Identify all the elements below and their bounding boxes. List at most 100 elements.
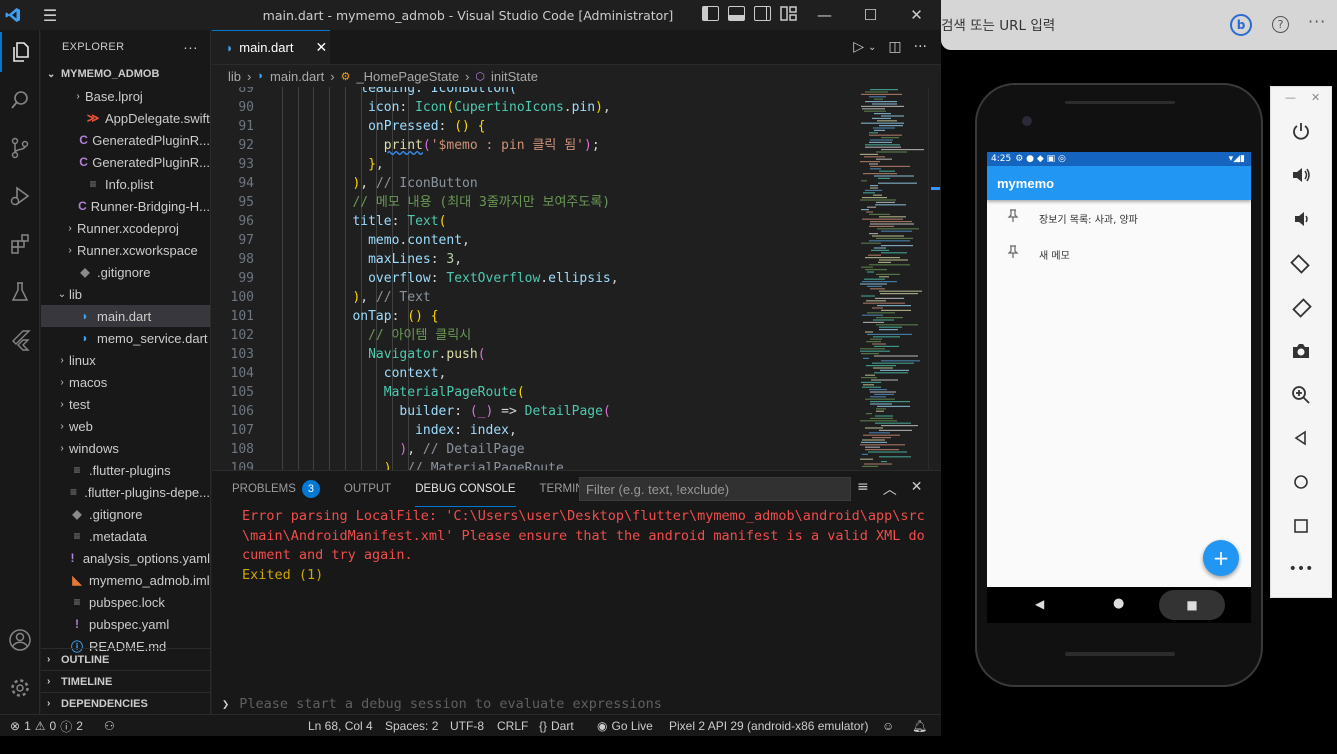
- code-line[interactable]: 99 overflow: TextOverflow.ellipsis,: [212, 269, 852, 288]
- breadcrumb-lib[interactable]: lib: [228, 69, 241, 84]
- debug-attach-icon[interactable]: ⚇: [104, 715, 115, 737]
- customize-layout-icon[interactable]: [780, 6, 797, 21]
- tree-item[interactable]: ! pubspec.yaml: [41, 613, 210, 635]
- volume-up-icon[interactable]: [1271, 165, 1331, 190]
- code-line[interactable]: 96 title: Text(: [212, 212, 852, 231]
- tree-item[interactable]: ≫ AppDelegate.swift: [41, 107, 210, 129]
- tree-item[interactable]: › Runner.xcodeproj: [41, 217, 210, 239]
- tree-item[interactable]: › macos: [41, 371, 210, 393]
- tree-item[interactable]: ≡ .flutter-plugins: [41, 459, 210, 481]
- search-icon[interactable]: [0, 80, 40, 120]
- editor-scrollbar[interactable]: [928, 87, 941, 470]
- tree-item[interactable]: › Base.lproj: [41, 85, 210, 107]
- more-icon[interactable]: •••: [1271, 561, 1331, 577]
- explorer-more-icon[interactable]: ···: [183, 39, 198, 55]
- maximize-panel-icon[interactable]: ︿: [883, 479, 897, 499]
- code-line[interactable]: 107 index: index,: [212, 421, 852, 440]
- run-debug-icon[interactable]: [0, 176, 40, 216]
- cursor-position[interactable]: Ln 68, Col 4: [308, 715, 373, 737]
- nav-home-icon[interactable]: ●: [1113, 596, 1124, 611]
- workspace-root-folder[interactable]: ⌄ MYMEMO_ADMOB: [41, 63, 210, 85]
- close-panel-icon[interactable]: ✕: [911, 479, 923, 499]
- home-icon[interactable]: [1271, 473, 1331, 496]
- help-icon[interactable]: ?: [1272, 16, 1289, 33]
- debug-eval-input[interactable]: ❯ Please start a debug session to evalua…: [212, 693, 941, 715]
- code-line[interactable]: 97 memo.content,: [212, 231, 852, 250]
- volume-down-icon[interactable]: [1271, 209, 1331, 234]
- clear-console-icon[interactable]: ≡: [857, 479, 869, 499]
- code-line[interactable]: 94 ), // IconButton: [212, 174, 852, 193]
- close-tab-icon[interactable]: ✕: [315, 39, 327, 56]
- chevron-down-icon[interactable]: ⌄: [868, 42, 876, 53]
- console-filter-input[interactable]: Filter (e.g. text, !exclude): [579, 477, 851, 501]
- code-line[interactable]: 91 onPressed: () {: [212, 117, 852, 136]
- address-input[interactable]: 검색 또는 URL 입력: [941, 14, 1055, 34]
- dependencies-section[interactable]: › DEPENDENCIES: [41, 692, 210, 714]
- outline-section[interactable]: › OUTLINE: [41, 648, 210, 670]
- indentation[interactable]: Spaces: 2: [385, 715, 438, 737]
- tab-debug-console[interactable]: DEBUG CONSOLE: [415, 471, 516, 507]
- camera-icon[interactable]: [1271, 341, 1331, 366]
- code-line[interactable]: 101 onTap: () {: [212, 307, 852, 326]
- language-mode[interactable]: {} Dart: [539, 715, 574, 737]
- code-line[interactable]: 105 MaterialPageRoute(: [212, 383, 852, 402]
- timeline-section[interactable]: › TIMELINE: [41, 670, 210, 692]
- tree-item[interactable]: ◆ .gitignore: [41, 503, 210, 525]
- pin-icon[interactable]: [1007, 245, 1039, 263]
- code-line[interactable]: 100 ), // Text: [212, 288, 852, 307]
- account-icon[interactable]: [0, 620, 40, 660]
- extensions-icon[interactable]: [0, 224, 40, 264]
- source-control-icon[interactable]: [0, 128, 40, 168]
- tree-item[interactable]: C Runner-Bridging-H...: [41, 195, 210, 217]
- explorer-icon[interactable]: [0, 32, 40, 72]
- tree-item[interactable]: C GeneratedPluginR...: [41, 129, 210, 151]
- code-line[interactable]: 106 builder: (_) => DetailPage(: [212, 402, 852, 421]
- tab-output[interactable]: OUTPUT: [344, 471, 391, 507]
- nav-recents-icon[interactable]: ■: [1159, 590, 1225, 620]
- tree-item[interactable]: ! analysis_options.yaml: [41, 547, 210, 569]
- memo-list-item[interactable]: 장보기 목록: 사과, 양파: [987, 200, 1251, 236]
- run-icon[interactable]: ▷: [853, 39, 864, 55]
- feedback-icon[interactable]: ☺: [882, 715, 894, 737]
- code-line[interactable]: 93 },: [212, 155, 852, 174]
- menu-icon[interactable]: ☰: [34, 6, 66, 25]
- add-memo-fab[interactable]: +: [1203, 540, 1239, 576]
- go-live-button[interactable]: ◉ Go Live: [597, 715, 653, 737]
- line-ending[interactable]: CRLF: [497, 715, 528, 737]
- flutter-icon[interactable]: [0, 320, 40, 360]
- encoding[interactable]: UTF-8: [450, 715, 484, 737]
- more-actions-icon[interactable]: ···: [914, 39, 927, 55]
- phone-screen[interactable]: 4:25 ⚙ ● ◆ ▣ ◎ ▾◢▮ mymemo 장보기 목록: 사과, 양파…: [987, 152, 1251, 587]
- close-button[interactable]: ✕: [894, 0, 939, 30]
- minimize-icon[interactable]: —: [1285, 91, 1296, 104]
- back-icon[interactable]: [1271, 429, 1331, 452]
- breadcrumb-file[interactable]: main.dart: [270, 69, 324, 84]
- rotate-left-icon[interactable]: [1271, 253, 1331, 280]
- settings-gear-icon[interactable]: [0, 668, 40, 708]
- code-line[interactable]: 92 print('$memo : pin 클릭 됨');: [212, 136, 852, 155]
- tree-item[interactable]: ⌄ lib: [41, 283, 210, 305]
- code-line[interactable]: 104 context,: [212, 364, 852, 383]
- maximize-button[interactable]: ☐: [848, 0, 893, 30]
- tree-item[interactable]: ◆ .gitignore: [41, 261, 210, 283]
- tree-item[interactable]: C GeneratedPluginR...: [41, 151, 210, 173]
- browser-more-icon[interactable]: ···: [1308, 12, 1326, 31]
- code-editor[interactable]: 89 leading: IconButton(90 icon: Icon(Cup…: [212, 87, 852, 470]
- toggle-primary-sidebar-icon[interactable]: [702, 6, 719, 21]
- code-line[interactable]: 89 leading: IconButton(: [212, 87, 852, 98]
- tree-item[interactable]: › test: [41, 393, 210, 415]
- minimize-button[interactable]: —: [802, 0, 847, 30]
- code-line[interactable]: 109 ), // MaterialPageRoute: [212, 459, 852, 470]
- overview-icon[interactable]: [1271, 517, 1331, 540]
- pin-icon[interactable]: [1007, 209, 1039, 227]
- breadcrumb-method[interactable]: initState: [491, 69, 538, 84]
- close-icon[interactable]: ✕: [1311, 91, 1320, 104]
- tree-item[interactable]: ≡ .metadata: [41, 525, 210, 547]
- code-line[interactable]: 95 // 메모 내용 (최대 3줄까지만 보여주도록): [212, 193, 852, 212]
- toggle-panel-icon[interactable]: [728, 6, 745, 21]
- tree-item[interactable]: ◣ mymemo_admob.iml: [41, 569, 210, 591]
- testing-icon[interactable]: [0, 272, 40, 312]
- rotate-right-icon[interactable]: [1271, 297, 1331, 324]
- tree-item[interactable]: › web: [41, 415, 210, 437]
- tree-item[interactable]: ≡ pubspec.lock: [41, 591, 210, 613]
